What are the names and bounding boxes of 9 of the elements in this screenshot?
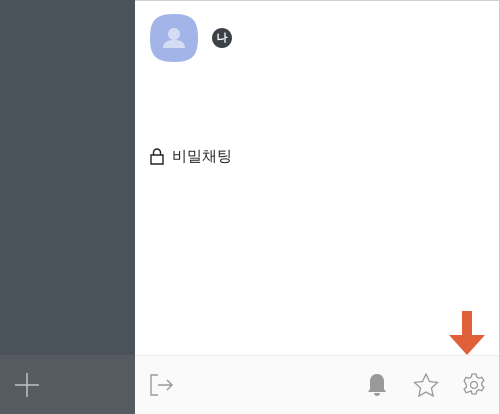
settings-icon[interactable] — [462, 373, 486, 397]
plus-icon[interactable] — [14, 372, 40, 398]
star-icon[interactable] — [413, 373, 439, 397]
avatar-icon[interactable] — [150, 14, 198, 62]
lock-icon — [150, 148, 164, 165]
exit-icon[interactable] — [150, 374, 174, 396]
bell-icon[interactable] — [366, 373, 388, 397]
me-badge: 나 — [212, 28, 232, 48]
secret-chat-item[interactable]: 비밀채팅 — [150, 145, 232, 168]
